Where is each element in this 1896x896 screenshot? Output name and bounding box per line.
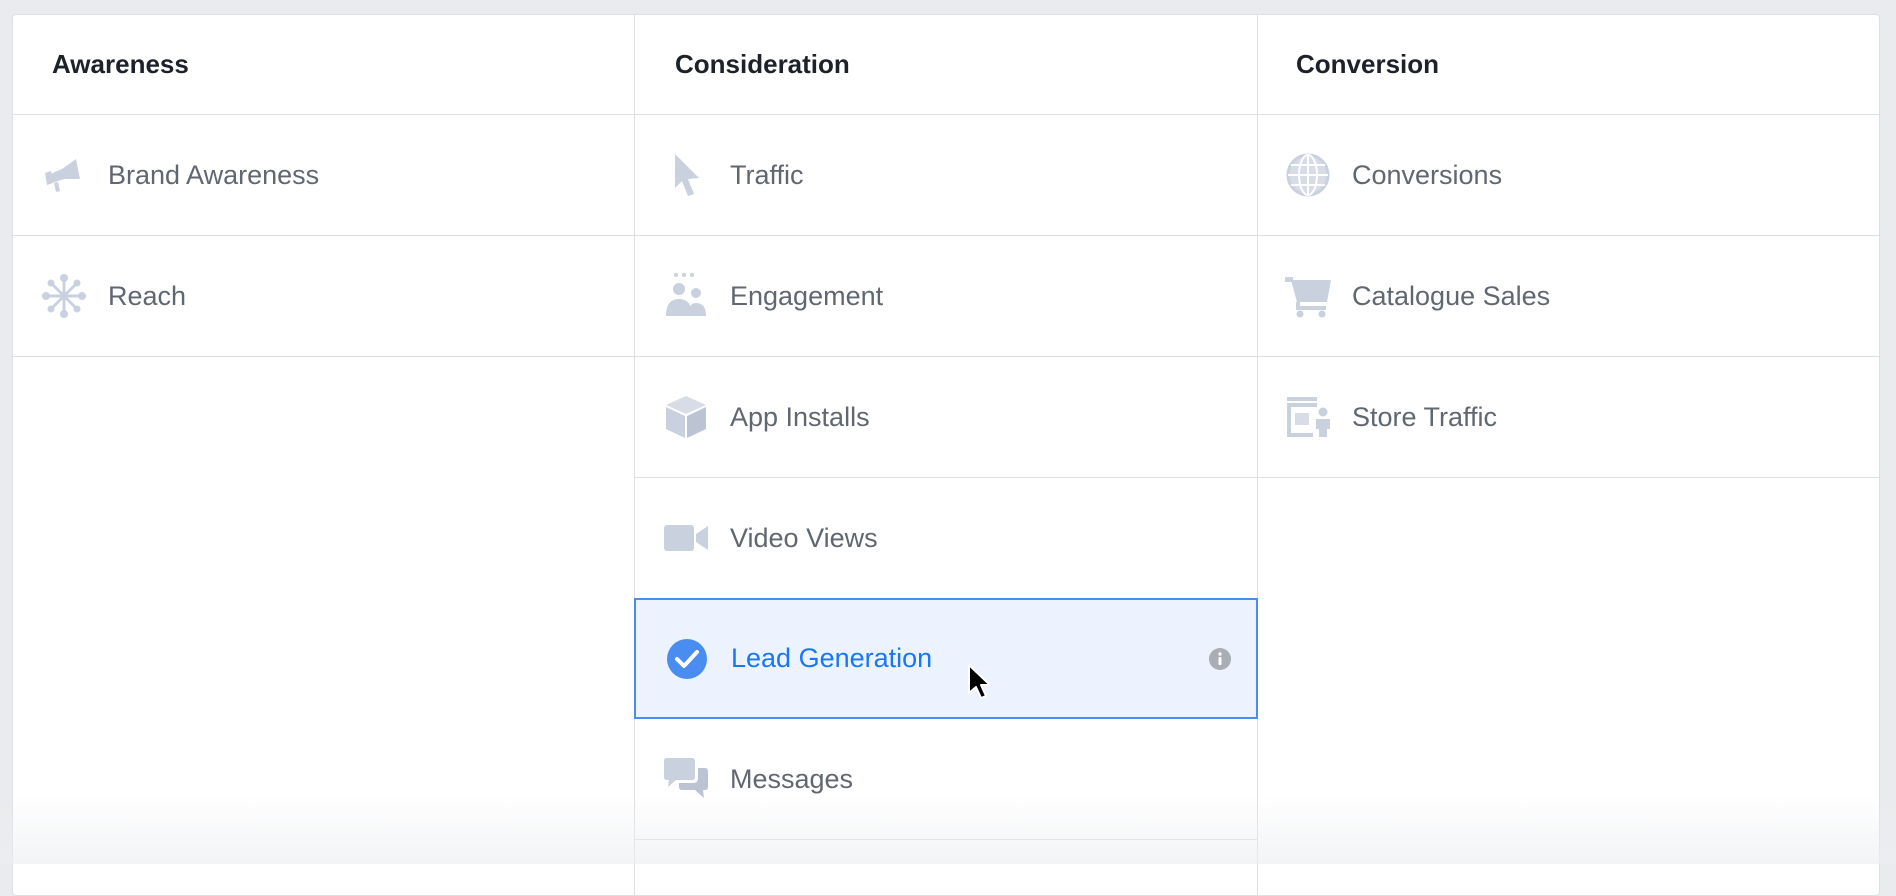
- check-circle-icon: [662, 634, 712, 684]
- video-camera-icon: [661, 513, 711, 563]
- chat-bubbles-icon: [661, 754, 711, 804]
- objective-label: Messages: [730, 763, 854, 794]
- objective-label: Conversions: [1352, 159, 1503, 190]
- column-header-conversion: Conversion: [1257, 15, 1879, 115]
- objective-app-installs[interactable]: App Installs: [635, 357, 1257, 478]
- column-consideration: Consideration Traffic Engagement App Ins…: [634, 15, 1258, 895]
- objective-label: Store Traffic: [1352, 401, 1498, 432]
- objective-store-traffic[interactable]: Store Traffic: [1257, 357, 1879, 478]
- column-header-awareness: Awareness: [13, 15, 634, 115]
- objective-engagement[interactable]: Engagement: [635, 236, 1257, 357]
- megaphone-icon: [39, 150, 89, 200]
- store-icon: [1283, 392, 1333, 442]
- objective-lead-generation[interactable]: Lead Generation: [634, 598, 1258, 719]
- objective-label: Video Views: [730, 522, 878, 553]
- info-icon[interactable]: [1208, 647, 1232, 671]
- objective-catalogue-sales[interactable]: Catalogue Sales: [1257, 236, 1879, 357]
- objective-conversions[interactable]: Conversions: [1257, 115, 1879, 236]
- box-icon: [661, 392, 711, 442]
- globe-icon: [1283, 150, 1333, 200]
- cursor-arrow-icon: [661, 150, 711, 200]
- column-awareness: Awareness Brand Awareness Reach: [13, 15, 634, 895]
- column-header-consideration: Consideration: [635, 15, 1257, 115]
- objective-messages[interactable]: Messages: [635, 719, 1257, 840]
- people-icon: [661, 271, 711, 321]
- objective-label: Traffic: [730, 159, 804, 190]
- objective-label: App Installs: [730, 401, 870, 432]
- objective-video-views[interactable]: Video Views: [635, 478, 1257, 599]
- objective-label: Engagement: [730, 280, 884, 311]
- objective-traffic[interactable]: Traffic: [635, 115, 1257, 236]
- shopping-cart-icon: [1283, 271, 1333, 321]
- column-conversion: Conversion Conversions Catalogue Sales S…: [1257, 15, 1879, 895]
- objective-label: Lead Generation: [731, 643, 933, 673]
- objective-label: Brand Awareness: [108, 159, 320, 190]
- objective-brand-awareness[interactable]: Brand Awareness: [13, 115, 634, 236]
- reach-icon: [39, 271, 89, 321]
- objective-label: Reach: [108, 280, 187, 311]
- objective-label: Catalogue Sales: [1352, 280, 1551, 311]
- objective-picker: Awareness Brand Awareness Reach Consider…: [12, 14, 1880, 896]
- objective-reach[interactable]: Reach: [13, 236, 634, 357]
